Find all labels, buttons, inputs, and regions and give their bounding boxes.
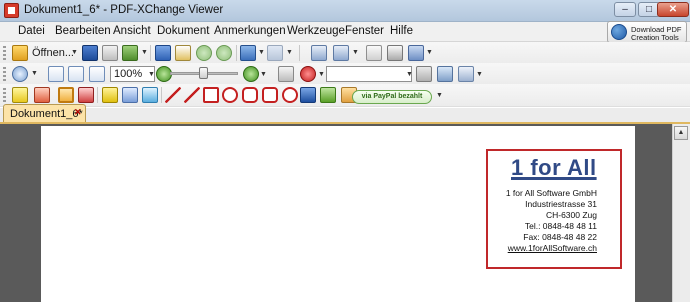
rectangle-tool-icon[interactable] [203, 87, 219, 103]
scan-icon[interactable] [155, 45, 171, 61]
toolbar-grip[interactable] [3, 46, 6, 60]
sticky-note-icon[interactable] [12, 87, 28, 103]
minimize-button[interactable]: – [614, 2, 636, 17]
download-pdf-creation-tools-button[interactable]: Download PDF Creation Tools [607, 21, 687, 43]
address-company: 1 for All Software GmbH [505, 188, 597, 198]
forward-icon[interactable] [216, 45, 232, 61]
cloud-tool-icon[interactable] [282, 87, 298, 103]
export-dropdown-arrow[interactable]: ▼ [141, 49, 148, 56]
find-dropdown-arrow[interactable]: ▼ [318, 71, 325, 78]
stamp-icon[interactable] [300, 87, 316, 103]
redo-dropdown-arrow[interactable]: ▼ [286, 49, 293, 56]
zoom-plus-icon[interactable] [243, 66, 259, 82]
search-next-icon[interactable] [437, 66, 453, 82]
highlight-text-icon[interactable] [102, 87, 118, 103]
back-icon[interactable] [196, 45, 212, 61]
find-icon[interactable] [300, 66, 316, 82]
open-dropdown-arrow[interactable]: ▼ [71, 49, 78, 56]
comment-toolbar [0, 84, 690, 107]
comment-icon[interactable] [34, 87, 50, 103]
tab-close-icon[interactable]: ✕ [74, 107, 82, 118]
rotate-left-icon[interactable] [311, 45, 327, 61]
save-icon[interactable] [82, 45, 98, 61]
zoom-plus-dropdown-arrow[interactable]: ▼ [260, 71, 267, 78]
actual-size-icon[interactable] [48, 66, 64, 82]
hand-tool-icon[interactable] [366, 45, 382, 61]
rotate-dropdown-arrow[interactable]: ▼ [352, 49, 359, 56]
menu-anmerkungen[interactable]: Anmerkungen [214, 25, 286, 37]
pencil-icon[interactable] [320, 87, 336, 103]
company-logo: 1 for All [511, 155, 597, 180]
open-button-label[interactable]: Öffnen... [32, 47, 74, 59]
polyline-tool-icon[interactable] [262, 87, 278, 103]
menu-datei[interactable]: Datei [18, 25, 45, 37]
typewriter-icon[interactable] [58, 87, 74, 103]
binoculars-icon[interactable] [278, 66, 294, 82]
address-website-link[interactable]: www.1forAllSoftware.ch [508, 243, 597, 253]
rotate-right-icon[interactable] [333, 45, 349, 61]
pdf-app-icon[interactable] [4, 3, 19, 18]
menu-fenster[interactable]: Fenster [345, 25, 384, 37]
open-folder-icon[interactable] [12, 45, 28, 61]
undo-dropdown-arrow[interactable]: ▼ [258, 49, 265, 56]
address-fax: Fax: 0848-48 48 22 [523, 232, 597, 242]
menu-hilfe[interactable]: Hilfe [390, 25, 413, 37]
document-tab-strip [0, 108, 690, 123]
vertical-scrollbar[interactable] [672, 124, 690, 302]
callout-icon[interactable] [78, 87, 94, 103]
fit-page-icon[interactable] [68, 66, 84, 82]
redo-icon[interactable] [267, 45, 283, 61]
line-tool-icon[interactable] [184, 87, 200, 103]
zoom-in-icon[interactable] [12, 66, 28, 82]
toolbar-grip[interactable] [3, 88, 6, 102]
address-phone: Tel.: 0848-48 48 11 [524, 221, 597, 231]
underline-text-icon[interactable] [142, 87, 158, 103]
undo-icon[interactable] [240, 45, 256, 61]
zoom-level-dropdown-arrow[interactable]: ▼ [148, 71, 155, 78]
toolbar-separator [236, 45, 237, 61]
close-button[interactable]: ✕ [657, 2, 689, 17]
main-toolbar: Öffnen... ▼ ▼ ▼ ▼ ▼ ▼ [0, 42, 690, 64]
select-text-icon[interactable] [408, 45, 424, 61]
snapshot-icon[interactable] [387, 45, 403, 61]
menu-bar: Datei Bearbeiten Ansicht Dokument Anmerk… [0, 22, 690, 42]
fit-width-icon[interactable] [89, 66, 105, 82]
menu-bearbeiten[interactable]: Bearbeiten [55, 25, 111, 37]
title-bar: Dokument1_6* - PDF-XChange Viewer [0, 0, 690, 22]
tools-dropdown-arrow[interactable]: ▼ [476, 71, 483, 78]
export-icon[interactable] [122, 45, 138, 61]
menu-ansicht[interactable]: Ansicht [113, 25, 151, 37]
zoom-tool-dropdown-arrow[interactable]: ▼ [31, 70, 38, 77]
address-street: Industriestrasse 31 [525, 199, 597, 209]
promo-line-2: Creation Tools [631, 33, 679, 42]
search-dropdown-arrow[interactable]: ▼ [406, 71, 413, 78]
download-globe-icon [611, 24, 627, 40]
toolbar-separator [97, 87, 98, 103]
search-input[interactable] [326, 66, 412, 82]
select-dropdown-arrow[interactable]: ▼ [426, 49, 433, 56]
toolbar-separator [161, 87, 162, 103]
paypal-paid-badge[interactable]: via PayPal bezahlt [352, 90, 432, 104]
scroll-up-button[interactable]: ▲ [674, 126, 688, 140]
paypal-dropdown-arrow[interactable]: ▼ [436, 92, 443, 99]
tab-dokument1-6[interactable]: Dokument1_6* ✕ [3, 104, 86, 122]
toolbar-grip[interactable] [3, 67, 6, 81]
address-city: CH-6300 Zug [545, 210, 597, 220]
zoom-slider-thumb[interactable] [199, 67, 208, 79]
menu-dokument[interactable]: Dokument [157, 25, 209, 37]
oval-tool-icon[interactable] [222, 87, 238, 103]
window-title: Dokument1_6* - PDF-XChange Viewer [24, 4, 224, 16]
menu-werkzeuge[interactable]: Werkzeuge [287, 25, 345, 37]
polygon-tool-icon[interactable] [242, 87, 258, 103]
arrow-tool-icon[interactable] [165, 87, 181, 103]
toolbar-separator [150, 45, 151, 61]
tools-icon[interactable] [458, 66, 474, 82]
tab-label: Dokument1_6* [10, 108, 83, 120]
toolbar-separator [299, 45, 300, 61]
strikeout-text-icon[interactable] [122, 87, 138, 103]
ocr-icon[interactable] [175, 45, 191, 61]
search-previous-icon[interactable] [416, 66, 432, 82]
print-icon[interactable] [102, 45, 118, 61]
